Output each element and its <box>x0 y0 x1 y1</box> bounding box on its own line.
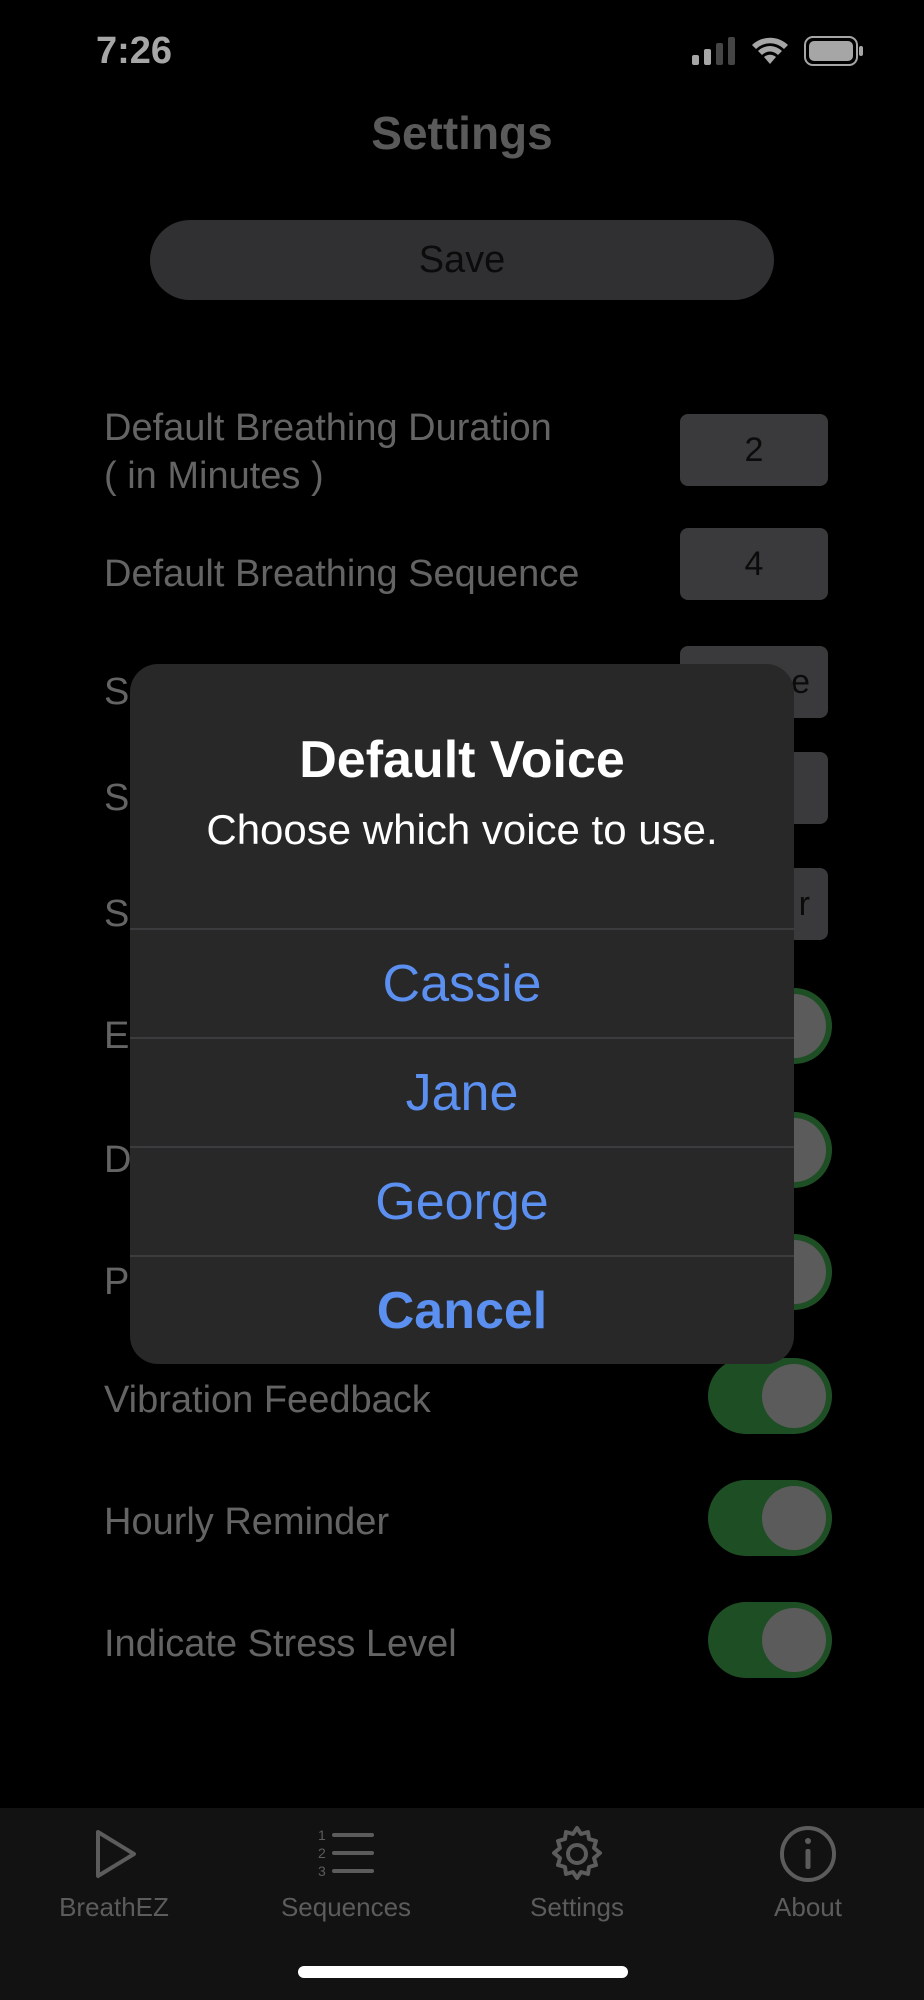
tab-about[interactable]: About <box>708 1824 908 1923</box>
alert-message: Choose which voice to use. <box>206 806 718 853</box>
gear-icon <box>552 1826 602 1880</box>
tab-label: About <box>774 1892 842 1922</box>
tab-label: BreathEZ <box>59 1892 169 1922</box>
svg-text:3: 3 <box>318 1863 326 1879</box>
tab-sequences[interactable]: 1 2 3 Sequences <box>246 1824 446 1923</box>
alert-title: Default Voice <box>299 731 625 789</box>
voice-alert-dialog: Default Voice Choose which voice to use.… <box>130 664 794 1364</box>
tab-label: Settings <box>530 1892 624 1922</box>
tab-label: Sequences <box>280 1892 412 1922</box>
home-indicator <box>298 1966 628 1978</box>
play-icon <box>96 1830 136 1878</box>
voice-option-george[interactable]: George <box>130 1146 794 1256</box>
svg-text:1: 1 <box>318 1827 326 1843</box>
tab-breathez[interactable]: BreathEZ <box>14 1824 214 1923</box>
numbered-list-icon: 1 2 3 <box>318 1827 374 1879</box>
svg-text:2: 2 <box>318 1845 326 1861</box>
voice-option-cassie[interactable]: Cassie <box>130 928 794 1038</box>
voice-option-jane[interactable]: Jane <box>130 1037 794 1147</box>
info-icon <box>780 1826 836 1882</box>
tab-settings[interactable]: Settings <box>477 1824 677 1923</box>
cancel-button[interactable]: Cancel <box>130 1255 794 1364</box>
